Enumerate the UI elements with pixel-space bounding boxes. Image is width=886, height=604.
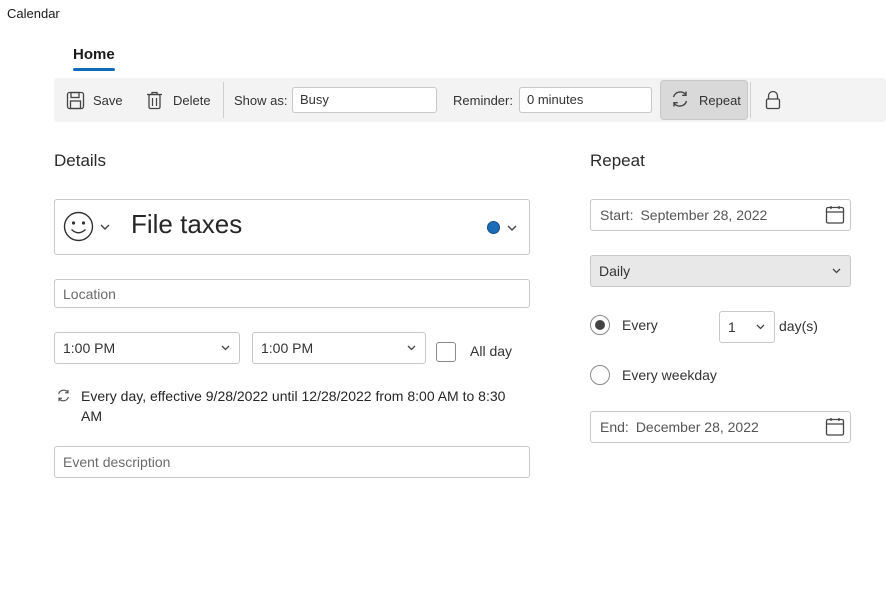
tab-home[interactable]: Home — [73, 46, 115, 63]
chevron-down-icon[interactable] — [99, 220, 111, 236]
reminder-label: Reminder: — [453, 92, 513, 108]
event-title-box: File taxes — [54, 199, 530, 255]
save-label: Save — [93, 92, 123, 108]
radio-selected-dot — [595, 320, 605, 330]
repeat-frequency-select[interactable]: Daily — [590, 255, 851, 287]
emoji-picker-button[interactable] — [63, 211, 94, 245]
repeat-start-date-field[interactable]: Start: September 28, 2022 — [590, 199, 851, 231]
end-date-value: December 28, 2022 — [635, 419, 759, 435]
delete-label: Delete — [173, 92, 211, 108]
frequency-value: Daily — [599, 263, 631, 279]
details-heading: Details — [54, 151, 106, 170]
every-weekday-label: Every weekday — [622, 367, 717, 383]
toolbar-divider — [223, 82, 224, 118]
every-radio[interactable] — [590, 315, 610, 335]
interval-value: 1 — [728, 319, 736, 335]
delete-button[interactable]: Delete — [146, 78, 211, 122]
calendar-icon[interactable] — [825, 205, 845, 228]
all-day-checkbox[interactable] — [436, 342, 456, 362]
tab-home-indicator — [73, 68, 115, 71]
start-time-select[interactable]: 1:00 PM — [54, 332, 240, 364]
every-label: Every — [622, 317, 658, 333]
end-label: End: — [600, 419, 629, 435]
save-icon — [66, 91, 85, 110]
all-day-label: All day — [470, 343, 513, 359]
lock-icon — [765, 90, 781, 110]
toolbar-divider — [750, 82, 751, 118]
event-description-input[interactable]: Event description — [54, 446, 530, 478]
repeat-end-date-field[interactable]: End: December 28, 2022 — [590, 411, 851, 443]
lock-button[interactable] — [765, 78, 781, 122]
chevron-down-icon[interactable] — [506, 221, 518, 237]
calendar-icon[interactable] — [825, 417, 845, 440]
smiley-icon — [63, 211, 94, 245]
chevron-down-icon — [755, 319, 766, 335]
end-time-select[interactable]: 1:00 PM — [252, 332, 426, 364]
show-as-label: Show as: — [234, 92, 288, 108]
start-time-value: 1:00 PM — [63, 340, 116, 356]
repeat-button[interactable]: Repeat — [660, 80, 748, 120]
command-toolbar: Save Delete Show as: Busy Reminder: 0 mi… — [54, 78, 886, 122]
show-as-input[interactable]: Busy — [292, 87, 437, 113]
repeat-icon — [56, 388, 71, 406]
location-input[interactable]: Location — [54, 279, 530, 308]
chevron-down-icon — [831, 263, 842, 279]
repeat-icon — [670, 89, 690, 112]
recurrence-summary: Every day, effective 9/28/2022 until 12/… — [81, 388, 506, 424]
every-weekday-radio[interactable] — [590, 365, 610, 385]
start-label: Start: — [600, 207, 634, 223]
app-title: Calendar — [7, 6, 60, 21]
interval-select[interactable]: 1 — [719, 311, 775, 343]
repeat-label: Repeat — [699, 92, 741, 108]
start-date-value: September 28, 2022 — [640, 207, 768, 223]
repeat-heading: Repeat — [590, 151, 645, 170]
reminder-input[interactable]: 0 minutes — [519, 87, 652, 113]
event-title-input[interactable]: File taxes — [131, 209, 242, 240]
interval-unit: day(s) — [779, 318, 818, 334]
end-time-value: 1:00 PM — [261, 340, 314, 356]
save-button[interactable]: Save — [66, 78, 123, 122]
category-color-dot[interactable] — [487, 221, 500, 234]
chevron-down-icon — [220, 340, 231, 356]
trash-icon — [146, 91, 163, 110]
chevron-down-icon — [406, 340, 417, 356]
